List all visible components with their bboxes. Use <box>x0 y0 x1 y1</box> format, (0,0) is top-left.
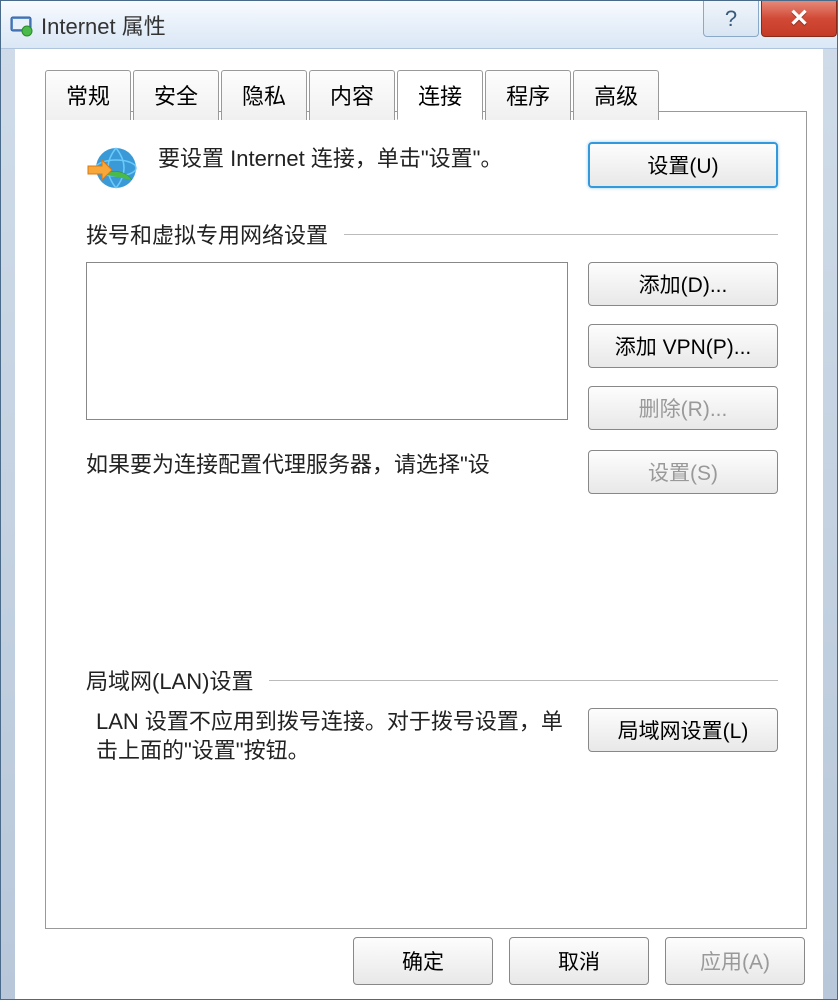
connections-panel: 要设置 Internet 连接，单击"设置"。 设置(U) 拨号和虚拟专用网络设… <box>45 111 807 929</box>
tab-content[interactable]: 内容 <box>309 70 395 120</box>
lan-hint-text: LAN 设置不应用到拨号连接。对于拨号设置，单击上面的"设置"按钮。 <box>86 708 568 765</box>
tab-general[interactable]: 常规 <box>45 70 131 120</box>
bg-decoration <box>823 49 837 999</box>
ok-button[interactable]: 确定 <box>353 937 493 985</box>
internet-options-icon <box>9 13 33 37</box>
dialog-body: 常规 安全 隐私 内容 连接 程序 高级 <box>15 49 823 999</box>
internet-properties-window: Internet 属性 ? ✕ 常规 安全 隐私 内容 连接 程序 高级 <box>0 0 838 1000</box>
add-vpn-button[interactable]: 添加 VPN(P)... <box>588 324 778 368</box>
dial-title-label: 拨号和虚拟专用网络设置 <box>86 218 328 250</box>
lan-title-label: 局域网(LAN)设置 <box>86 664 253 696</box>
titlebar: Internet 属性 ? ✕ <box>1 1 837 49</box>
lan-section: 局域网(LAN)设置 LAN 设置不应用到拨号连接。对于拨号设置，单击上面的"设… <box>86 664 778 765</box>
cancel-button[interactable]: 取消 <box>509 937 649 985</box>
setup-button[interactable]: 设置(U) <box>588 142 778 188</box>
dial-section: 拨号和虚拟专用网络设置 添加(D)... 添加 VPN(P)... 删除(R).… <box>86 218 778 494</box>
apply-button: 应用(A) <box>665 937 805 985</box>
tab-advanced[interactable]: 高级 <box>573 70 659 120</box>
close-button[interactable]: ✕ <box>761 1 837 37</box>
help-button[interactable]: ? <box>703 1 759 37</box>
connections-listbox[interactable] <box>86 262 568 420</box>
dial-section-title: 拨号和虚拟专用网络设置 <box>86 218 778 250</box>
tab-connections[interactable]: 连接 <box>397 70 483 120</box>
dialog-buttons: 确定 取消 应用(A) <box>353 937 805 985</box>
lan-settings-button[interactable]: 局域网设置(L) <box>588 708 778 752</box>
tab-privacy[interactable]: 隐私 <box>221 70 307 120</box>
tab-security[interactable]: 安全 <box>133 70 219 120</box>
divider <box>344 234 778 235</box>
dial-side-buttons: 添加(D)... 添加 VPN(P)... 删除(R)... <box>588 262 778 430</box>
lan-section-title: 局域网(LAN)设置 <box>86 664 778 696</box>
bg-decoration <box>1 49 15 999</box>
setup-row: 要设置 Internet 连接，单击"设置"。 设置(U) <box>86 142 778 194</box>
divider <box>269 680 778 681</box>
globe-arrow-icon <box>86 142 138 194</box>
proxy-hint-text: 如果要为连接配置代理服务器，请选择"设 <box>86 450 568 481</box>
window-title: Internet 属性 <box>41 9 166 41</box>
tab-programs[interactable]: 程序 <box>485 70 571 120</box>
remove-button: 删除(R)... <box>588 386 778 430</box>
setup-text: 要设置 Internet 连接，单击"设置"。 <box>158 142 588 175</box>
dial-settings-button: 设置(S) <box>588 450 778 494</box>
add-button[interactable]: 添加(D)... <box>588 262 778 306</box>
tab-strip: 常规 安全 隐私 内容 连接 程序 高级 <box>15 49 823 119</box>
